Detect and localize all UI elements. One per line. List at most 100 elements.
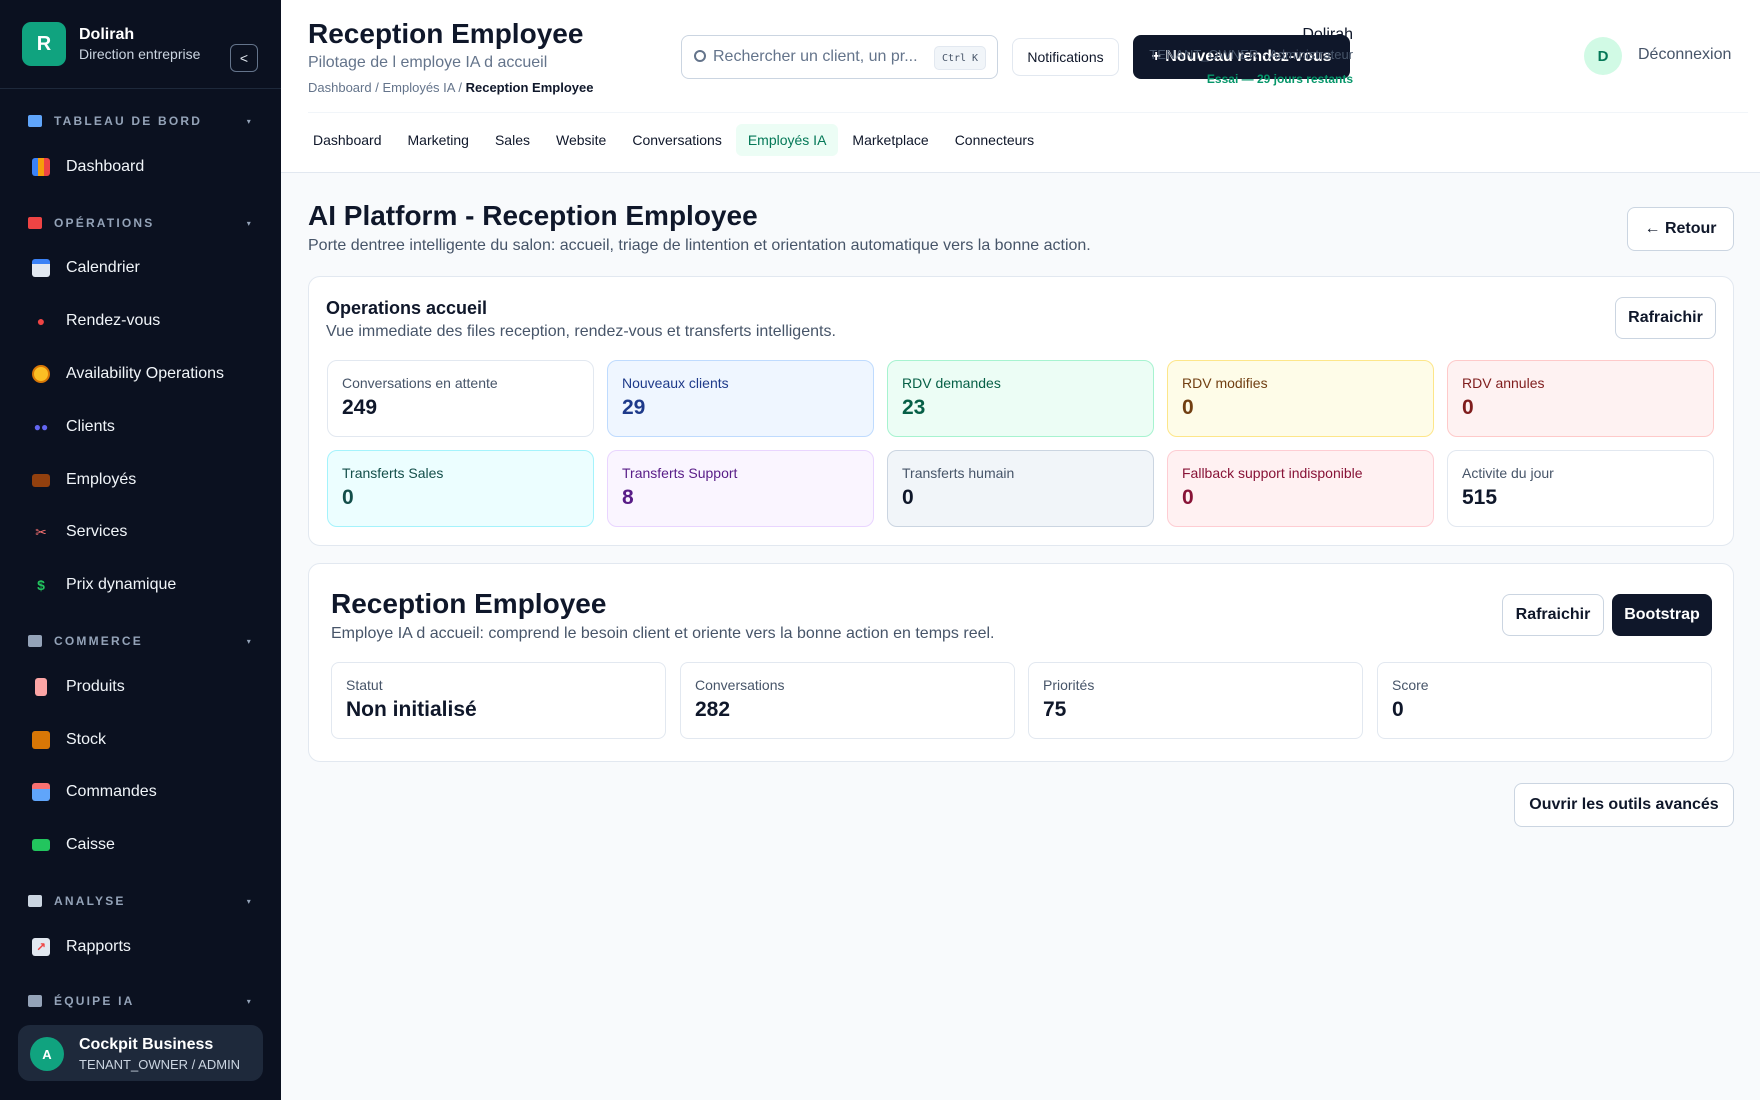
sidebar-item-caisse[interactable]: Caisse: [16, 825, 264, 865]
top-header: Reception Employee Pilotage de l employe…: [281, 0, 1760, 173]
trial-badge: Essai — 29 jours restants: [1206, 72, 1353, 86]
stat-label: Fallback support indisponible: [1182, 465, 1363, 481]
kpi-value: 282: [695, 698, 731, 721]
avatar[interactable]: D: [1584, 37, 1622, 75]
sidebar-item-prix-dynamique[interactable]: $ Prix dynamique: [16, 565, 264, 605]
sidebar-item-label: Calendrier: [66, 259, 140, 276]
notifications-button[interactable]: Notifications: [1012, 38, 1119, 76]
section-analyse[interactable]: ANALYSE ▾: [28, 891, 253, 911]
kpi-label: Statut: [346, 677, 383, 693]
stat-transferts-support: Transferts Support 8: [607, 450, 874, 527]
refresh-employee-button[interactable]: Rafraichir: [1502, 594, 1604, 636]
sidebar: R Dolirah Direction entreprise < TABLEAU…: [0, 0, 281, 1100]
tab-dashboard[interactable]: Dashboard: [301, 124, 394, 156]
module-tabs: Dashboard Marketing Sales Website Conver…: [301, 124, 1048, 158]
header-divider: [308, 112, 1748, 113]
stat-conversations-en-attente: Conversations en attente 249: [327, 360, 594, 437]
sidebar-item-dashboard[interactable]: Dashboard: [16, 147, 264, 187]
chart-icon: [28, 115, 42, 127]
breadcrumb-item-employes-ia[interactable]: Employés IA: [382, 80, 454, 95]
section-equipe-ia[interactable]: ÉQUIPE IA ▾: [28, 991, 253, 1009]
sidebar-item-availability-operations[interactable]: Availability Operations: [16, 354, 264, 394]
open-advanced-tools-button[interactable]: Ouvrir les outils avancés: [1514, 783, 1734, 827]
section-label: COMMERCE: [54, 634, 143, 648]
stat-value: 8: [622, 486, 634, 509]
sidebar-item-label: Dashboard: [66, 158, 145, 175]
sidebar-item-commandes[interactable]: Commandes: [16, 772, 264, 812]
sidebar-item-calendrier[interactable]: Calendrier: [16, 248, 264, 288]
sidebar-item-services[interactable]: ✂ Services: [16, 512, 264, 552]
scissors-icon: ✂: [35, 523, 47, 540]
sidebar-item-label: Services: [66, 523, 128, 540]
kpi-score: Score 0: [1377, 662, 1712, 739]
cash-icon: [32, 839, 50, 851]
stat-value: 23: [902, 396, 926, 419]
sidebar-item-produits[interactable]: Produits: [16, 667, 264, 707]
dollar-icon: $: [37, 577, 45, 593]
kpi-label: Priorités: [1043, 677, 1095, 693]
kpi-value: 75: [1043, 698, 1067, 721]
bootstrap-button[interactable]: Bootstrap: [1612, 594, 1712, 636]
sidebar-item-label: Rapports: [66, 938, 131, 955]
stat-label: Conversations en attente: [342, 375, 498, 391]
mailbox-icon: [32, 783, 50, 801]
back-button[interactable]: ← Retour: [1627, 207, 1734, 251]
sidebar-item-label: Stock: [66, 731, 107, 748]
sidebar-item-stock[interactable]: Stock: [16, 720, 264, 760]
search-input[interactable]: [713, 44, 923, 70]
sidebar-item-employes[interactable]: Employés: [16, 460, 264, 500]
cart-icon: [28, 635, 42, 647]
sidebar-item-clients[interactable]: ●● Clients: [16, 407, 264, 447]
stat-value: 0: [342, 486, 354, 509]
collapse-sidebar-button[interactable]: <: [230, 44, 258, 72]
tab-connecteurs[interactable]: Connecteurs: [943, 124, 1046, 156]
stat-label: Transferts Support: [622, 465, 738, 481]
chevron-down-icon: ▾: [246, 996, 253, 1006]
logout-button[interactable]: Déconnexion: [1638, 46, 1731, 64]
sidebar-nav[interactable]: TABLEAU DE BORD ▾ Dashboard OPÉRATIONS ▾…: [0, 89, 281, 1009]
stat-activite-du-jour: Activite du jour 515: [1447, 450, 1714, 527]
search-icon: [694, 50, 706, 62]
sidebar-item-label: Caisse: [66, 836, 115, 853]
section-commerce[interactable]: COMMERCE ▾: [28, 631, 253, 651]
sidebar-account-card[interactable]: A Cockpit Business TENANT_OWNER / ADMIN: [18, 1025, 263, 1081]
section-label: ÉQUIPE IA: [54, 994, 135, 1008]
stat-value: 0: [1462, 396, 1474, 419]
bottle-icon: [35, 678, 47, 696]
account-role: TENANT_OWNER / ADMIN: [79, 1057, 241, 1072]
refresh-operations-button[interactable]: Rafraichir: [1615, 297, 1716, 339]
avatar: A: [30, 1037, 64, 1071]
tab-sales[interactable]: Sales: [483, 124, 542, 156]
stat-fallback-support: Fallback support indisponible 0: [1167, 450, 1434, 527]
tab-website[interactable]: Website: [544, 124, 618, 156]
toolbox-icon: [28, 217, 42, 229]
stat-rdv-modifies: RDV modifies 0: [1167, 360, 1434, 437]
breadcrumb-item-dashboard[interactable]: Dashboard: [308, 80, 372, 95]
breadcrumb-separator: /: [458, 80, 466, 95]
tab-marketplace[interactable]: Marketplace: [840, 124, 940, 156]
stat-label: RDV modifies: [1182, 375, 1268, 391]
kpi-value: Non initialisé: [346, 698, 477, 721]
brand: R Dolirah Direction entreprise <: [22, 22, 260, 72]
sidebar-item-rapports[interactable]: ↗ Rapports: [16, 927, 264, 967]
tab-conversations[interactable]: Conversations: [620, 124, 734, 156]
section-label: OPÉRATIONS: [54, 216, 155, 230]
sidebar-item-label: Rendez-vous: [66, 312, 161, 329]
brand-name: Dolirah: [79, 26, 135, 43]
section-tableau-de-bord[interactable]: TABLEAU DE BORD ▾: [28, 111, 253, 131]
sidebar-item-label: Availability Operations: [66, 365, 225, 382]
sidebar-item-rendez-vous[interactable]: ● Rendez-vous: [16, 301, 264, 341]
stat-value: 0: [1182, 486, 1194, 509]
breadcrumb: Dashboard / Employés IA / Reception Empl…: [308, 80, 593, 95]
tab-employes-ia[interactable]: Employés IA: [735, 124, 839, 156]
line-chart-icon: ↗: [32, 938, 50, 956]
analysis-icon: [28, 895, 42, 907]
tab-marketing[interactable]: Marketing: [396, 124, 481, 156]
section-operations[interactable]: OPÉRATIONS ▾: [28, 213, 253, 233]
employee-description: Employe IA d accueil: comprend le besoin…: [331, 625, 995, 642]
stat-label: RDV annules: [1462, 375, 1545, 391]
breadcrumb-current: Reception Employee: [465, 80, 594, 95]
kpi-label: Conversations: [695, 677, 785, 693]
search-box[interactable]: Ctrl K: [681, 35, 998, 79]
section-description: Porte dentree intelligente du salon: acc…: [308, 237, 1091, 254]
